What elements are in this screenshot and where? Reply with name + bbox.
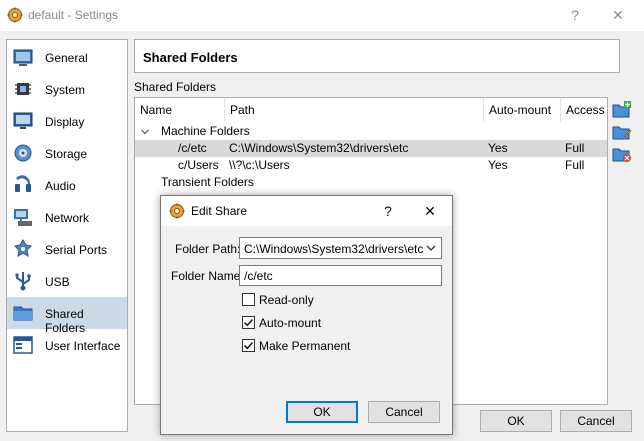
sidebar-item-system[interactable]: System	[7, 73, 127, 105]
window-titlebar: default - Settings ? ✕	[0, 0, 644, 31]
ok-button[interactable]: OK	[480, 410, 552, 432]
remove-folder-icon[interactable]	[612, 144, 632, 164]
usb-icon	[15, 272, 31, 291]
dialog-close-button[interactable]: ✕	[415, 196, 445, 226]
serial-ports-icon	[13, 239, 33, 257]
group-label: Transient Folders	[161, 175, 254, 189]
folder-path-label: Folder Path:	[175, 242, 241, 256]
folder-name-cell: c/Users	[178, 158, 219, 172]
sidebar-item-label: Audio	[45, 179, 76, 193]
tree-group-machine[interactable]: Machine Folders	[135, 123, 607, 140]
cancel-button[interactable]: Cancel	[560, 410, 632, 432]
folder-automount-cell: Yes	[488, 141, 508, 155]
folder-name-label: Folder Name:	[171, 269, 244, 283]
sidebar-item-label: Serial Ports	[45, 243, 108, 257]
dialog-ok-button[interactable]: OK	[286, 401, 358, 423]
virtualbox-gear-icon	[169, 203, 185, 219]
sidebar-item-shared-folders[interactable]: Shared Folders	[7, 297, 127, 335]
table-row[interactable]: c/Users \\?\c:\Users Yes Full	[135, 157, 607, 174]
sidebar-item-label: Display	[45, 115, 85, 129]
edit-share-dialog: Edit Share ? ✕ Folder Path: C:\Windows\S…	[160, 195, 453, 435]
folder-access-cell: Full	[565, 158, 585, 172]
folder-name-value: /c/etc	[244, 269, 273, 283]
folder-access-cell: Full	[565, 141, 585, 155]
window-title: default - Settings	[28, 8, 119, 22]
dialog-titlebar: Edit Share ? ✕	[161, 196, 452, 226]
chevron-down-icon[interactable]	[141, 128, 149, 136]
general-icon	[13, 49, 33, 66]
shared-folders-group-label: Shared Folders	[134, 80, 217, 94]
folder-path-value: C:\Windows\System32\drivers\etc	[244, 242, 424, 256]
folder-name-cell: /c/etc	[178, 141, 207, 155]
settings-sidebar: General System Display Storage Audio Net…	[6, 39, 128, 432]
make-permanent-checkbox[interactable]	[242, 339, 255, 352]
column-header-path[interactable]: Path	[225, 98, 484, 122]
folder-path-combobox[interactable]: C:\Windows\System32\drivers\etc	[239, 237, 442, 259]
chevron-down-icon[interactable]	[425, 241, 437, 255]
sidebar-item-storage[interactable]: Storage	[7, 137, 127, 169]
folder-path-cell: C:\Windows\System32\drivers\etc	[229, 141, 409, 155]
sidebar-item-display[interactable]: Display	[7, 105, 127, 137]
sidebar-item-label: Network	[45, 211, 90, 225]
sidebar-item-network[interactable]: Network	[7, 201, 127, 233]
folder-automount-cell: Yes	[488, 158, 508, 172]
add-folder-icon[interactable]	[612, 100, 632, 120]
dialog-cancel-button[interactable]: Cancel	[368, 401, 440, 423]
virtualbox-gear-icon	[7, 7, 23, 23]
sidebar-item-general[interactable]: General	[7, 41, 127, 73]
column-header-automount[interactable]: Auto-mount	[484, 98, 561, 122]
dialog-help-button[interactable]: ?	[373, 196, 403, 226]
sidebar-item-user-interface[interactable]: User Interface	[7, 329, 127, 361]
sidebar-item-serial-ports[interactable]: Serial Ports	[7, 233, 127, 265]
dialog-title: Edit Share	[191, 204, 248, 218]
automount-label[interactable]: Auto-mount	[259, 316, 321, 330]
edit-folder-icon[interactable]	[612, 122, 632, 142]
sidebar-item-usb[interactable]: USB	[7, 265, 127, 297]
display-icon	[13, 112, 33, 129]
folder-name-field[interactable]: /c/etc	[239, 265, 442, 286]
sidebar-item-label: Storage	[45, 147, 88, 161]
make-permanent-label[interactable]: Make Permanent	[259, 339, 350, 353]
group-label: Machine Folders	[161, 124, 250, 138]
network-icon	[14, 209, 32, 226]
audio-icon	[15, 175, 31, 192]
automount-checkbox[interactable]	[242, 316, 255, 329]
system-icon	[15, 83, 31, 95]
tree-group-transient[interactable]: Transient Folders	[135, 174, 607, 191]
page-title: Shared Folders	[143, 50, 238, 65]
user-interface-icon	[13, 336, 33, 354]
checkmark-icon	[243, 341, 254, 350]
column-header-name[interactable]: Name	[135, 98, 225, 122]
sidebar-item-label: User Interface	[45, 339, 121, 353]
folder-path-cell: \\?\c:\Users	[229, 158, 290, 172]
sidebar-item-audio[interactable]: Audio	[7, 169, 127, 201]
sidebar-item-label: System	[45, 83, 86, 97]
close-button[interactable]: ✕	[598, 0, 638, 31]
readonly-label[interactable]: Read-only	[259, 293, 314, 307]
help-button[interactable]: ?	[555, 0, 595, 31]
page-header: Shared Folders	[134, 39, 620, 73]
checkmark-icon	[243, 318, 254, 327]
sidebar-item-label: USB	[45, 275, 70, 289]
storage-icon	[14, 144, 32, 162]
column-header-access[interactable]: Access	[561, 98, 607, 122]
shared-folders-icon	[13, 306, 33, 321]
readonly-checkbox[interactable]	[242, 293, 255, 306]
table-row[interactable]: /c/etc C:\Windows\System32\drivers\etc Y…	[135, 140, 607, 157]
sidebar-item-label: General	[45, 51, 88, 65]
